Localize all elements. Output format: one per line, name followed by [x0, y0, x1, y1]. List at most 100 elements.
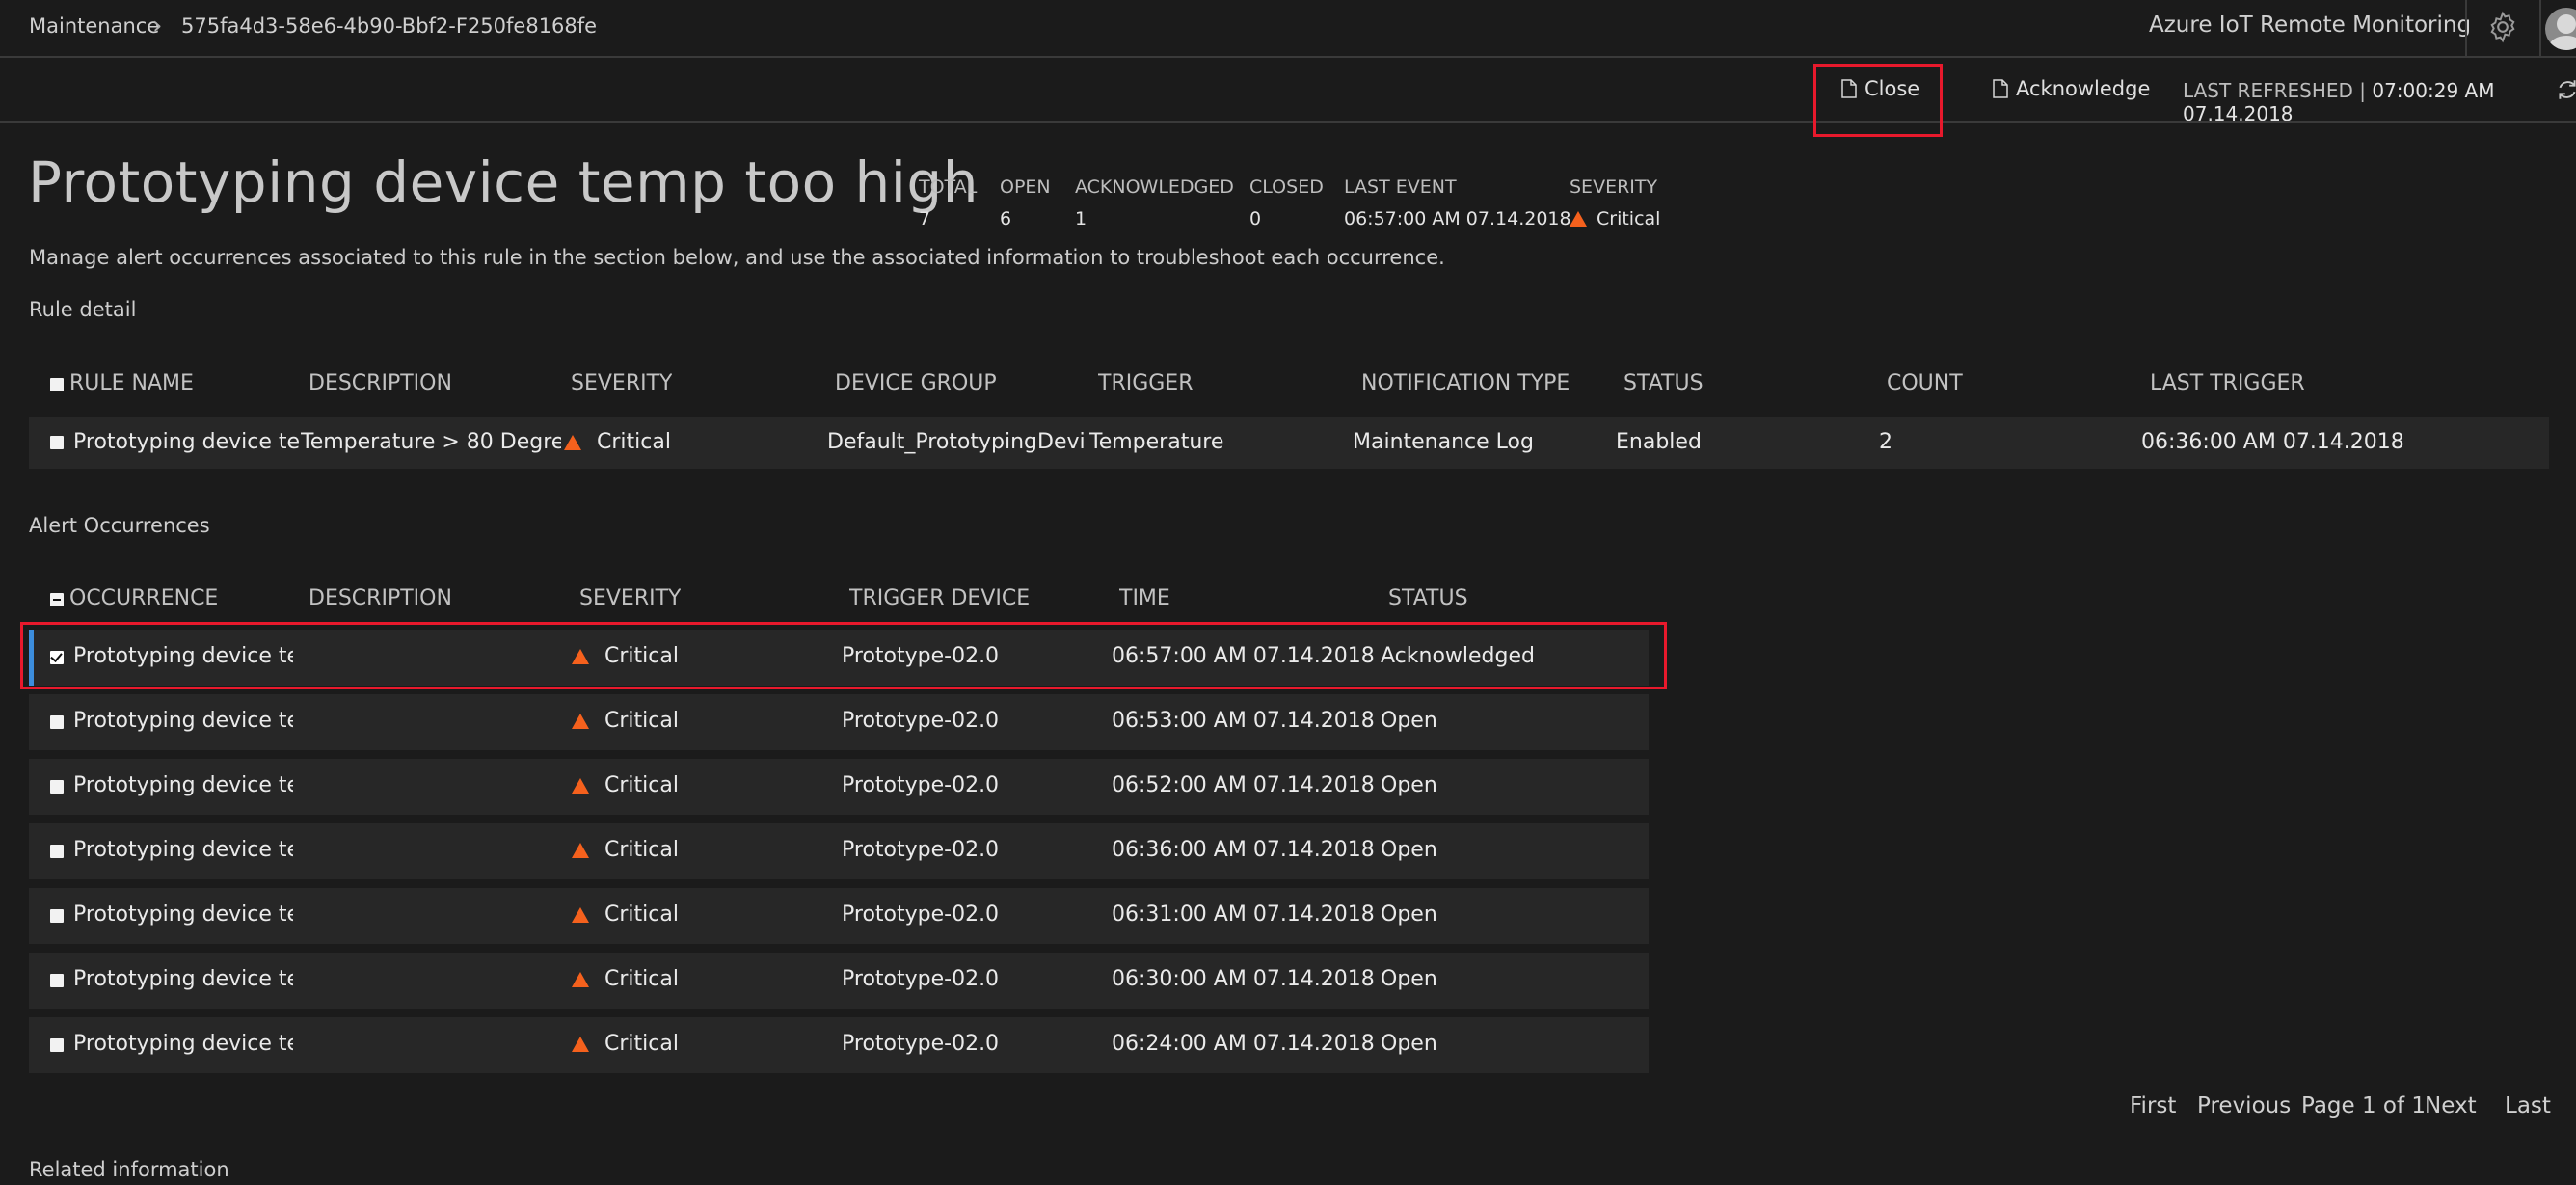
app-title: Azure IoT Remote Monitoring [2149, 13, 2472, 38]
occurrence-status-cell: Open [1381, 902, 1437, 927]
page-description: Manage alert occurrences associated to t… [29, 246, 1445, 269]
row-checkbox[interactable] [50, 974, 64, 987]
critical-warning-icon [572, 906, 589, 923]
occurrence-cell: Prototyping device te... [73, 1032, 293, 1056]
row-checkbox[interactable] [50, 909, 64, 923]
stat-closed: CLOSED 0 [1249, 176, 1324, 229]
column-header-description[interactable]: DESCRIPTION [309, 586, 452, 610]
occurrence-time-cell: 06:30:00 AM 07.14.2018 [1112, 967, 1375, 991]
occurrence-cell: Prototyping device te... [73, 838, 293, 862]
occurrence-time-cell: 06:52:00 AM 07.14.2018 [1112, 773, 1375, 797]
column-header-time[interactable]: TIME [1119, 586, 1170, 610]
occurrence-cell: Prototyping device te... [73, 902, 293, 927]
column-header-severity[interactable]: SEVERITY [571, 371, 672, 395]
close-button-highlight [1813, 64, 1943, 137]
occurrence-severity-cell: Critical [572, 967, 679, 991]
pagination-next[interactable]: Next [2425, 1093, 2477, 1118]
trigger-device-cell: Prototype-02.0 [842, 1032, 1000, 1056]
rule-name-cell: Prototyping device te... [73, 430, 299, 454]
rule-description-cell: Temperature > 80 Degrees [301, 430, 561, 454]
rule-device-group-cell: Default_PrototypingDevi... [827, 430, 1087, 454]
row-checkbox[interactable] [50, 715, 64, 729]
select-all-rules-checkbox[interactable] [50, 378, 64, 391]
last-refreshed-label: LAST REFRESHED | [2183, 79, 2366, 102]
critical-warning-icon [572, 842, 589, 858]
occurrence-status-cell: Open [1381, 967, 1437, 991]
occurrence-status-cell: Open [1381, 1032, 1437, 1056]
action-bar: Close Acknowledge LAST REFRESHED | 07:00… [0, 58, 2576, 125]
page-title: Prototyping device temp too high [28, 149, 979, 215]
breadcrumb-current: 575fa4d3-58e6-4b90-Bbf2-F250fe8168fe [181, 14, 598, 38]
occurrence-time-cell: 06:53:00 AM 07.14.2018 [1112, 709, 1375, 733]
stat-severity: SEVERITY Critical [1570, 176, 1661, 229]
occurrence-severity-cell: Critical [572, 902, 679, 927]
select-all-occurrences-checkbox[interactable] [50, 593, 64, 606]
column-header-status[interactable]: STATUS [1388, 586, 1468, 610]
refresh-icon[interactable] [2555, 77, 2576, 102]
column-header-trigger-device[interactable]: TRIGGER DEVICE [849, 586, 1030, 610]
critical-warning-icon [1570, 211, 1587, 227]
row-checkbox[interactable] [50, 436, 64, 449]
occurrence-time-cell: 06:31:00 AM 07.14.2018 [1112, 902, 1375, 927]
occurrence-time-cell: 06:36:00 AM 07.14.2018 [1112, 838, 1375, 862]
stat-total: TOTAL 7 [919, 176, 978, 229]
last-refreshed: LAST REFRESHED | 07:00:29 AM 07.14.2018 [2183, 79, 2576, 125]
alert-occurrences-heading: Alert Occurrences [29, 514, 210, 537]
divider [2539, 0, 2541, 56]
occurrence-status-cell: Open [1381, 773, 1437, 797]
acknowledge-button-label: Acknowledge [2016, 77, 2151, 100]
rule-last-trigger-cell: 06:36:00 AM 07.14.2018 [2141, 430, 2404, 454]
rule-count-cell: 2 [1879, 430, 1892, 454]
occurrence-cell: Prototyping device te... [73, 709, 293, 733]
document-icon [1993, 79, 2008, 98]
pagination-page-info: Page 1 of 1 [2301, 1093, 2427, 1118]
occurrence-severity-cell: Critical [572, 773, 679, 797]
pagination-first[interactable]: First [2130, 1093, 2176, 1118]
critical-warning-icon [572, 713, 589, 729]
occurrence-status-cell: Open [1381, 838, 1437, 862]
occurrence-cell: Prototyping device te... [73, 773, 293, 797]
column-header-rule-name[interactable]: RULE NAME [69, 371, 194, 395]
column-header-status[interactable]: STATUS [1623, 371, 1704, 395]
occurrence-severity-cell: Critical [572, 838, 679, 862]
critical-warning-icon [564, 434, 581, 450]
row-checkbox[interactable] [50, 780, 64, 794]
breadcrumb-maintenance-link[interactable]: Maintenance [29, 14, 159, 38]
acknowledge-button[interactable]: Acknowledge [1993, 73, 2150, 104]
chevron-right-icon: › [152, 12, 163, 40]
column-header-severity[interactable]: SEVERITY [579, 586, 681, 610]
selected-row-highlight [20, 622, 1667, 689]
pagination-last[interactable]: Last [2505, 1093, 2551, 1118]
column-header-notification-type[interactable]: NOTIFICATION TYPE [1361, 371, 1570, 395]
rule-status-cell: Enabled [1616, 430, 1702, 454]
critical-warning-icon [572, 971, 589, 987]
occurrence-time-cell: 06:24:00 AM 07.14.2018 [1112, 1032, 1375, 1056]
divider [2465, 0, 2467, 56]
trigger-device-cell: Prototype-02.0 [842, 709, 1000, 733]
trigger-device-cell: Prototype-02.0 [842, 902, 1000, 927]
column-header-occurrence[interactable]: OCCURRENCE [69, 586, 218, 610]
critical-warning-icon [572, 1036, 589, 1052]
trigger-device-cell: Prototype-02.0 [842, 838, 1000, 862]
user-avatar-icon[interactable] [2545, 8, 2576, 50]
column-header-trigger[interactable]: TRIGGER [1098, 371, 1194, 395]
trigger-device-cell: Prototype-02.0 [842, 967, 1000, 991]
rule-severity-cell: Critical [564, 430, 671, 454]
row-checkbox[interactable] [50, 1038, 64, 1052]
row-checkbox[interactable] [50, 845, 64, 858]
occurrence-severity-cell: Critical [572, 709, 679, 733]
column-header-device-group[interactable]: DEVICE GROUP [835, 371, 997, 395]
column-header-count[interactable]: COUNT [1887, 371, 1963, 395]
gear-icon[interactable] [2485, 10, 2520, 44]
trigger-device-cell: Prototype-02.0 [842, 773, 1000, 797]
pagination-previous[interactable]: Previous [2197, 1093, 2291, 1118]
rule-trigger-cell: Temperature [1089, 430, 1224, 454]
column-header-last-trigger[interactable]: LAST TRIGGER [2150, 371, 2305, 395]
column-header-description[interactable]: DESCRIPTION [309, 371, 452, 395]
related-information-heading: Related information [29, 1158, 229, 1181]
stat-acknowledged: ACKNOWLEDGED 1 [1075, 176, 1234, 229]
occurrence-cell: Prototyping device te... [73, 967, 293, 991]
stat-last-event: LAST EVENT 06:57:00 AM 07.14.2018 [1344, 176, 1571, 229]
stat-open: OPEN 6 [1000, 176, 1051, 229]
occurrence-severity-cell: Critical [572, 1032, 679, 1056]
